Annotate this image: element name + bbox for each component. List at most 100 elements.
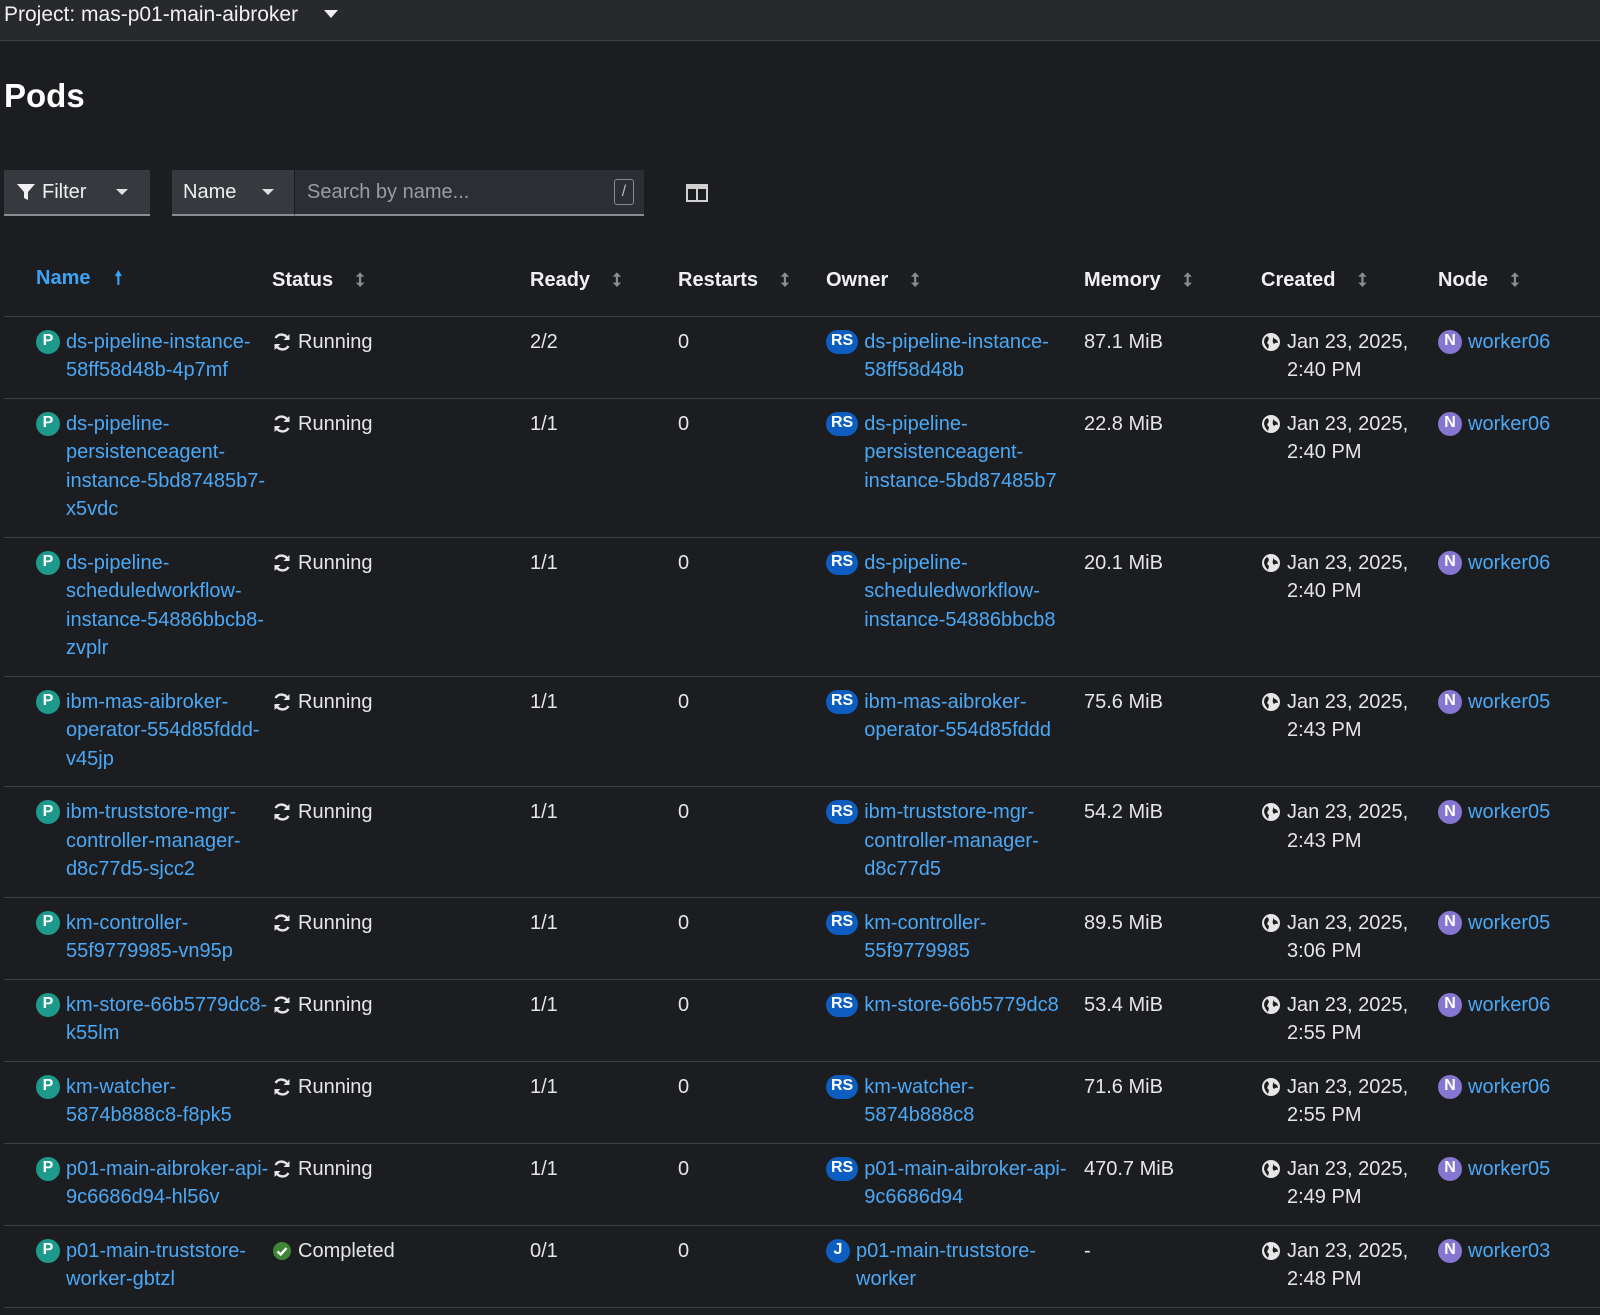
column-header-owner[interactable]: Owner ⭥ [826, 246, 1084, 317]
pod-name-link[interactable]: p01-main-aibroker-api-9c6686d94-hl56v [66, 1155, 272, 1212]
pod-name-link[interactable]: ds-pipeline-instance-58ff58d48b-4p7mf [66, 328, 272, 385]
pod-name-link[interactable]: ibm-truststore-mgr-controller-manager-d8… [66, 798, 272, 884]
owner-link[interactable]: ibm-mas-aibroker-operator-554d85fddd [864, 688, 1084, 745]
globe-icon [1262, 692, 1280, 711]
sort-icon[interactable]: ⭥ [910, 270, 920, 291]
status-text: Running [298, 551, 373, 574]
owner-link[interactable]: ibm-truststore-mgr-controller-manager-d8… [864, 798, 1084, 884]
pod-badge: P [36, 1238, 60, 1263]
status-text: Completed [298, 1239, 395, 1262]
owner-link[interactable]: km-store-66b5779dc8 [864, 991, 1059, 1020]
manage-columns-icon[interactable] [686, 184, 708, 202]
memory-cell: 87.1 MiB [1084, 316, 1261, 399]
filter-dropdown-button[interactable]: Filter [4, 170, 150, 216]
owner-link[interactable]: p01-main-aibroker-api-9c6686d94 [864, 1155, 1084, 1212]
pod-name-cell: Pkm-controller-55f9779985-vn95p [4, 897, 272, 980]
pod-name-link[interactable]: ds-pipeline-scheduledworkflow-instance-5… [66, 549, 272, 663]
created-cell: Jan 23, 2025, 2:43 PM [1261, 786, 1438, 898]
column-header-created[interactable]: Created ⭥ [1261, 246, 1438, 317]
sort-icon[interactable]: ⭥ [1510, 270, 1520, 291]
sort-icon[interactable]: ⭥ [355, 270, 365, 291]
node-link[interactable]: worker03 [1468, 1237, 1550, 1266]
memory-cell: - [1084, 1225, 1261, 1308]
sort-icon[interactable]: ⭥ [1357, 270, 1367, 291]
ready-cell: 1/1 [530, 398, 678, 538]
node-link[interactable]: worker06 [1468, 991, 1550, 1020]
node-badge: N [1438, 1156, 1462, 1181]
column-header-memory[interactable]: Memory ⭥ [1084, 246, 1261, 317]
created-cell: Jan 23, 2025, 2:43 PM [1261, 676, 1438, 787]
node-cell: Nworker06 [1438, 537, 1600, 677]
node-link[interactable]: worker05 [1468, 798, 1550, 827]
pod-name-link[interactable]: ds-pipeline-persistenceagent-instance-5b… [66, 410, 272, 524]
project-selector[interactable]: Project: mas-p01-main-aibroker [4, 3, 298, 27]
owner-link[interactable]: p01-main-truststore-worker [856, 1237, 1084, 1294]
owner-link[interactable]: km-controller-55f9779985 [864, 909, 1084, 966]
column-header-name[interactable]: Name 🠕 [4, 246, 272, 317]
pod-name-cell: Pibm-mas-aibroker-operator-554d85fddd-v4… [4, 676, 272, 787]
pod-name-link[interactable]: km-store-66b5779dc8-k55lm [66, 991, 272, 1048]
sort-icon[interactable]: ⭥ [1183, 270, 1193, 291]
pod-name-cell: Pibm-truststore-mgr-controller-manager-d… [4, 786, 272, 898]
status-cell: Running [272, 398, 530, 538]
node-badge: N [1438, 992, 1462, 1017]
page-title: Pods [4, 77, 85, 114]
pod-name-link[interactable]: p01-main-truststore-worker-gbtzl [66, 1237, 272, 1294]
sync-icon [274, 1077, 290, 1096]
restarts-cell: 0 [678, 979, 826, 1062]
memory-cell: 75.6 MiB [1084, 676, 1261, 787]
filter-label: Filter [42, 180, 87, 203]
node-link[interactable]: worker06 [1468, 410, 1550, 439]
created-timestamp: Jan 23, 2025, 2:43 PM [1287, 690, 1409, 742]
owner-link[interactable]: ds-pipeline-scheduledworkflow-instance-5… [864, 549, 1084, 635]
pod-badge: P [36, 992, 60, 1017]
restarts-cell: 0 [678, 676, 826, 787]
project-dropdown-caret-icon[interactable] [324, 10, 339, 18]
owner-link[interactable]: km-watcher-5874b888c8 [864, 1073, 1084, 1130]
owner-cell: RS km-controller-55f9779985 [826, 897, 1084, 980]
node-badge: N [1438, 329, 1462, 354]
pod-name-link[interactable]: km-watcher-5874b888c8-f8pk5 [66, 1073, 272, 1130]
node-link[interactable]: worker06 [1468, 1073, 1550, 1102]
pod-name-link[interactable]: ibm-mas-aibroker-operator-554d85fddd-v45… [66, 688, 272, 774]
node-cell: Nworker05 [1438, 897, 1600, 980]
node-link[interactable]: worker06 [1468, 549, 1550, 578]
created-timestamp: Jan 23, 2025, 2:40 PM [1287, 551, 1409, 603]
restarts-cell: 0 [678, 897, 826, 980]
table-row: Pp01-main-aibroker-api-9c6686d94-hl56v Ru… [4, 1143, 1600, 1226]
node-link[interactable]: worker05 [1468, 909, 1550, 938]
owner-link[interactable]: ds-pipeline-persistenceagent-instance-5b… [864, 410, 1084, 496]
column-header-node[interactable]: Node ⭥ [1438, 246, 1600, 317]
sort-ascending-icon[interactable]: 🠕 [114, 266, 122, 296]
restarts-cell: 0 [678, 1143, 826, 1226]
column-header-restarts[interactable]: Restarts ⭥ [678, 246, 826, 317]
created-timestamp: Jan 23, 2025, 2:49 PM [1287, 1157, 1409, 1209]
owner-link[interactable]: ds-pipeline-instance-58ff58d48b [864, 328, 1084, 385]
globe-icon [1262, 332, 1280, 351]
owner-badge: RS [826, 992, 859, 1017]
pod-name-link[interactable]: km-controller-55f9779985-vn95p [66, 909, 272, 966]
search-input[interactable]: Search by name... / [294, 170, 644, 216]
column-header-ready[interactable]: Ready ⭥ [530, 246, 678, 317]
status-text: Running [298, 690, 373, 713]
column-header-status[interactable]: Status ⭥ [272, 246, 530, 317]
table-row: Pibm-mas-aibroker-operator-554d85fddd-v4… [4, 676, 1600, 787]
owner-badge: RS [826, 910, 859, 935]
node-badge: N [1438, 689, 1462, 714]
name-attribute-select[interactable]: Name [172, 170, 294, 216]
memory-cell: 89.5 MiB [1084, 897, 1261, 980]
ready-cell: 1/1 [530, 786, 678, 898]
created-cell: Jan 23, 2025, 2:49 PM [1261, 1143, 1438, 1226]
pod-name-cell: Pkm-store-66b5779dc8-k55lm [4, 979, 272, 1062]
sort-icon[interactable]: ⭥ [780, 270, 790, 291]
sort-icon[interactable]: ⭥ [612, 270, 622, 291]
node-link[interactable]: worker05 [1468, 1155, 1550, 1184]
sync-icon [274, 913, 290, 932]
node-cell: Nworker06 [1438, 1061, 1600, 1144]
node-badge: N [1438, 910, 1462, 935]
node-link[interactable]: worker06 [1468, 328, 1550, 357]
created-timestamp: Jan 23, 2025, 2:48 PM [1287, 1239, 1409, 1291]
globe-icon [1262, 803, 1280, 821]
node-link[interactable]: worker05 [1468, 688, 1550, 717]
status-cell: Running [272, 1061, 530, 1144]
